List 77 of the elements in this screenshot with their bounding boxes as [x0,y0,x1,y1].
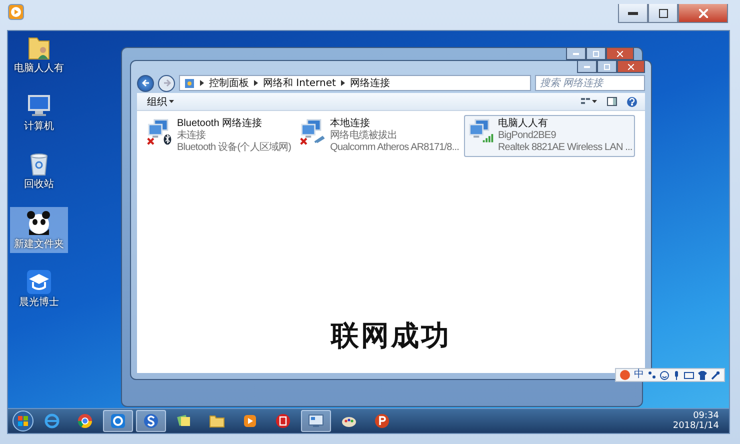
maximize-button[interactable] [648,4,678,23]
app-icon [275,413,291,429]
caption-text: 联网成功 [331,318,451,354]
view-options-icon[interactable] [581,97,597,106]
connection-device: Bluetooth 设备(个人区域网) [177,142,292,154]
maximize-icon [604,64,610,70]
notes-icon [176,413,192,429]
connection-status: 网络电缆被拔出 [330,130,398,142]
connection-name: 本地连接 [330,118,372,130]
network-connection-item[interactable]: 电脑人人有 BigPond2BE9 Realtek 8821AE Wireless LAN ... [464,115,636,157]
maximize-button[interactable] [597,61,617,73]
maximize-button[interactable] [586,48,606,60]
minimize-button[interactable] [566,48,586,60]
ime-mode[interactable]: 中 [634,369,644,381]
clock-date: 2018/1/14 [672,421,719,431]
panda-icon [25,209,53,237]
taskbar-button[interactable] [136,410,166,432]
network-connection-item[interactable]: 本地连接 网络电缆被拔出 Qualcomm Atheros AR8171/8... [296,115,462,157]
minimize-button[interactable] [577,61,597,73]
preview-pane-icon[interactable] [607,97,617,106]
connection-status: BigPond2BE9 [498,130,557,142]
connection-device: Realtek 8821AE Wireless LAN ... [498,142,632,154]
arrow-right-icon [162,79,170,87]
chevron-icon [200,80,204,86]
chevron-icon [340,80,345,86]
maximize-icon [658,8,668,18]
organize-button[interactable]: 组织 [145,94,176,108]
play-icon [8,4,24,20]
minimize-icon [584,66,590,68]
smiley-icon[interactable] [660,370,669,380]
help-icon[interactable] [627,96,637,106]
minimize-button[interactable] [618,4,648,23]
network-connection-item[interactable]: Bluetooth 网络连接 未连接 Bluetooth 设备(个人区域网) [143,115,294,157]
connection-device: Qualcomm Atheros AR8171/8... [330,142,459,154]
chevron-icon [254,80,258,86]
desktop-icon[interactable]: 回收站 [10,149,68,193]
search-field[interactable]: 搜索 网络连接 [535,75,645,91]
connection-status: 未连接 [177,130,207,142]
close-icon [617,50,623,56]
wrench-icon[interactable] [711,370,720,380]
close-button[interactable] [606,48,634,60]
breadcrumb-item[interactable]: 网络和 Internet [263,76,336,90]
arrow-left-icon [142,79,150,87]
minimize-icon [573,52,579,54]
user-folder-icon [26,35,52,61]
keyboard-icon[interactable] [684,371,694,379]
play-icon [242,413,258,429]
start-button[interactable] [12,410,34,432]
close-icon [628,64,634,70]
p-app-icon [374,413,390,429]
close-button[interactable] [678,4,728,23]
desktop-icon[interactable]: 电脑人人有 [10,33,68,77]
desktop-icon[interactable]: 晨光博士 [10,267,68,311]
punctuation-icon[interactable] [648,371,656,379]
close-icon [698,8,708,18]
close-button[interactable] [617,61,645,73]
shirt-icon[interactable] [698,370,707,380]
computer-icon [26,93,52,119]
forward-button[interactable] [158,74,175,92]
control-panel-icon [184,78,195,88]
browser-icon [44,413,60,429]
breadcrumb-item[interactable]: 控制面板 [209,76,249,90]
network-panel-icon [308,413,324,429]
graduation-cap-icon [26,269,52,295]
back-button[interactable] [137,74,154,92]
caret-icon [169,100,174,103]
address-bar[interactable]: 控制面板 网络和 Internet 网络连接 [179,75,531,91]
maximize-icon [593,50,599,56]
connection-name: 电脑人人有 [498,118,549,130]
desktop-icon[interactable]: 计算机 [10,91,68,135]
browser-icon [77,413,93,429]
microphone-icon[interactable] [673,370,680,380]
folder-icon [209,413,225,429]
breadcrumb-item[interactable]: 网络连接 [350,76,390,90]
minimize-icon [628,12,638,14]
connection-name: Bluetooth 网络连接 [177,118,264,130]
clock-time: 09:34 [693,411,719,421]
